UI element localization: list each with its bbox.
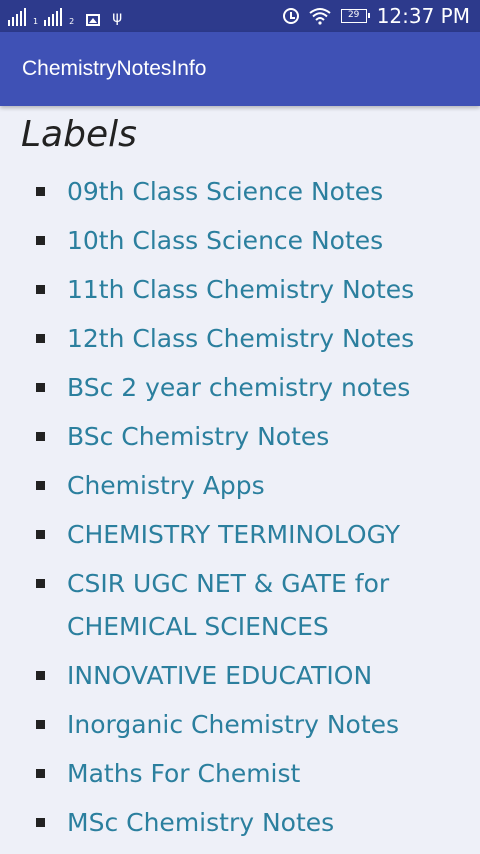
list-item: BSc 2 year chemistry notes: [0, 366, 480, 409]
label-link[interactable]: 09th Class Science Notes: [67, 170, 460, 213]
bullet-icon: [36, 334, 45, 343]
list-item: 09th Class Science Notes: [0, 170, 480, 213]
list-item: Maths For Chemist: [0, 752, 480, 795]
list-item: Chemistry Apps: [0, 464, 480, 507]
battery-level: 29: [347, 10, 360, 20]
label-link[interactable]: 12th Class Chemistry Notes: [67, 317, 460, 360]
list-item: CSIR UGC NET & GATE for CHEMICAL SCIENCE…: [0, 562, 480, 648]
list-item: CHEMISTRY TERMINOLOGY: [0, 513, 480, 556]
sim2-label: 2: [69, 17, 75, 26]
bullet-icon: [36, 481, 45, 490]
label-list: 09th Class Science Notes 10th Class Scie…: [0, 170, 480, 850]
label-link[interactable]: 11th Class Chemistry Notes: [67, 268, 460, 311]
usb-icon: ψ: [112, 8, 123, 26]
label-link[interactable]: BSc 2 year chemistry notes: [67, 366, 460, 409]
bullet-icon: [36, 671, 45, 680]
sim1-label: 1: [33, 17, 39, 26]
status-bar: 1 2 ψ 29 12:37 PM: [0, 0, 480, 32]
app-title: ChemistryNotesInfo: [22, 57, 207, 80]
bullet-icon: [36, 236, 45, 245]
bullet-icon: [36, 432, 45, 441]
label-link[interactable]: Maths For Chemist: [67, 752, 460, 795]
image-icon: [86, 14, 101, 26]
label-link[interactable]: 10th Class Science Notes: [67, 219, 460, 262]
label-link[interactable]: Inorganic Chemistry Notes: [67, 703, 460, 746]
list-item: MSc Chemistry Notes: [0, 801, 480, 844]
status-left-icons: 1 2 ψ: [8, 6, 122, 26]
list-item: BSc Chemistry Notes: [0, 415, 480, 458]
signal-icon: [44, 8, 63, 26]
bullet-icon: [36, 187, 45, 196]
bullet-icon: [36, 579, 45, 588]
label-link[interactable]: INNOVATIVE EDUCATION: [67, 654, 460, 697]
bullet-icon: [36, 530, 45, 539]
wifi-icon: [309, 8, 331, 25]
label-link[interactable]: Chemistry Apps: [67, 464, 460, 507]
label-link[interactable]: MSc Chemistry Notes: [67, 801, 460, 844]
bullet-icon: [36, 818, 45, 827]
list-item: INNOVATIVE EDUCATION: [0, 654, 480, 697]
label-link[interactable]: BSc Chemistry Notes: [67, 415, 460, 458]
bullet-icon: [36, 769, 45, 778]
app-bar: ChemistryNotesInfo: [0, 32, 480, 106]
section-title: Labels: [21, 114, 137, 155]
bullet-icon: [36, 383, 45, 392]
battery-icon: 29: [340, 9, 370, 23]
bullet-icon: [36, 720, 45, 729]
list-item: Inorganic Chemistry Notes: [0, 703, 480, 746]
label-link[interactable]: CSIR UGC NET & GATE for CHEMICAL SCIENCE…: [67, 562, 460, 648]
list-item: 11th Class Chemistry Notes: [0, 268, 480, 311]
list-item: 12th Class Chemistry Notes: [0, 317, 480, 360]
status-right-icons: 29 12:37 PM: [282, 4, 470, 28]
labels-content: Labels 09th Class Science Notes 10th Cla…: [0, 106, 480, 854]
bullet-icon: [36, 285, 45, 294]
label-link[interactable]: CHEMISTRY TERMINOLOGY: [67, 513, 460, 556]
status-time: 12:37 PM: [376, 4, 470, 28]
list-item: 10th Class Science Notes: [0, 219, 480, 262]
signal-icon: [8, 8, 26, 26]
alarm-icon: [282, 8, 299, 24]
